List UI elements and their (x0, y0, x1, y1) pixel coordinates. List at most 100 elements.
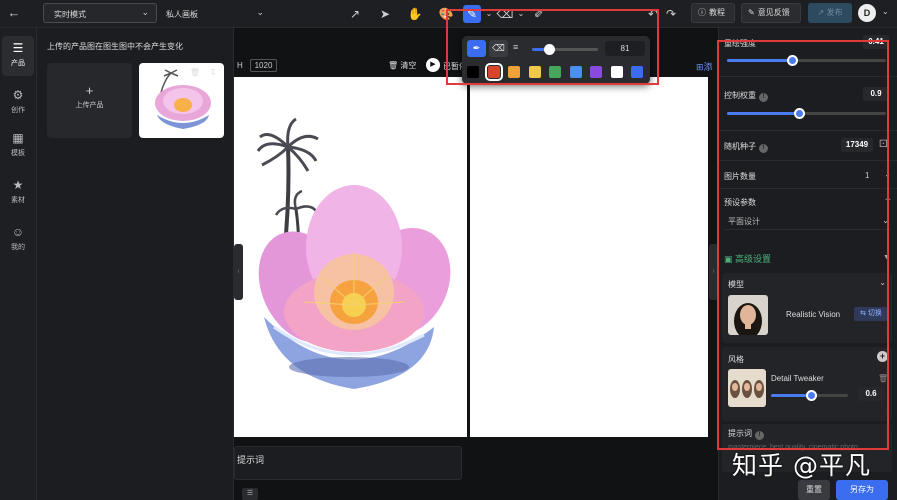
plus-icon[interactable]: + (885, 195, 891, 206)
publish-button[interactable]: ↗ 发布 (808, 3, 852, 23)
export-icon[interactable]: ↗ (346, 5, 364, 23)
slider-fill (727, 112, 799, 115)
mode-select-label: 实时模式 (54, 10, 86, 19)
collapse-left-handle[interactable]: ‹ (234, 244, 243, 300)
advanced-settings-toggle[interactable]: ▣ 高级设置 (724, 252, 771, 265)
control-weight-slider[interactable] (727, 108, 886, 119)
save-as-button[interactable]: 另存为 (836, 480, 888, 500)
info-icon[interactable]: ! (759, 144, 768, 153)
style-label: 风格 (728, 355, 744, 364)
brush-icon[interactable]: ✒ (467, 40, 486, 57)
nav-item-mine[interactable]: ☺ 我的 (2, 220, 34, 260)
chevron-down-icon[interactable]: ⌄ (884, 170, 891, 179)
undo-icon[interactable]: ↶ (644, 5, 662, 23)
info-icon[interactable]: ! (755, 431, 764, 440)
question-icon: ⓘ (698, 8, 706, 17)
color-swatch[interactable] (508, 66, 520, 78)
slider-fill (771, 394, 812, 397)
portrait-image (728, 295, 768, 335)
slider-knob[interactable] (787, 55, 799, 66)
nav-item-assets[interactable]: ★ 素材 (2, 173, 34, 213)
caret-down-icon[interactable]: ▼ (883, 254, 890, 261)
switch-label: 切换 (867, 310, 882, 317)
control-weight-row: 控制权重! (724, 90, 768, 102)
delete-icon[interactable]: 🗑 (189, 67, 201, 79)
share-icon: ↗ (817, 8, 825, 17)
prompt-input[interactable]: 提示词 (234, 446, 462, 480)
chevron-down-icon[interactable]: ⌄ (882, 7, 889, 16)
nav-item-label: 创作 (11, 107, 25, 114)
divider (719, 76, 897, 77)
reset-button[interactable]: 重置 (798, 480, 830, 500)
color-swatch[interactable] (467, 66, 479, 78)
model-section: 模型 ⌄ Realistic Vision ⇆ 切换 (722, 273, 892, 343)
seed-label: 随机种子 (724, 142, 756, 151)
plus-square-icon: ⊞ (696, 62, 704, 72)
add-button[interactable]: ⊞添 (696, 60, 713, 73)
style-weight-value[interactable]: 0.6 (858, 387, 884, 401)
canvas-select[interactable]: 私人画板 ⌄ (166, 3, 266, 23)
delete-icon[interactable]: 🗑 (878, 374, 888, 383)
control-weight-value[interactable]: 0.9 (863, 87, 889, 101)
redo-icon[interactable]: ↷ (662, 5, 680, 23)
tutorial-button[interactable]: ⓘ 教程 (691, 3, 735, 23)
chevron-down-icon[interactable]: ⌄ (512, 5, 530, 23)
settings-prompt-label: 提示词 (728, 429, 752, 438)
color-swatch[interactable] (549, 66, 561, 78)
back-arrow-icon[interactable]: ← (6, 5, 22, 21)
height-input[interactable]: 1020 (250, 59, 277, 72)
color-swatch[interactable] (631, 66, 643, 78)
avatar[interactable]: D (858, 4, 876, 22)
pointer-icon[interactable]: ➤ (376, 5, 394, 23)
brush-tool-icon[interactable]: ✎ (463, 5, 481, 23)
redraw-strength-value[interactable]: 0.41 (863, 35, 889, 49)
eraser-icon[interactable]: ⌫ (489, 40, 508, 57)
feedback-button[interactable]: ✎ 意见反馈 (741, 3, 801, 23)
seed-value[interactable]: 17349 (841, 138, 873, 152)
nav-item-product[interactable]: ☰ 产品 (2, 36, 34, 76)
model-thumbnail (728, 295, 768, 335)
color-swatch[interactable] (569, 66, 582, 78)
preset-label: 预设参数 (724, 198, 756, 207)
palette-icon[interactable]: 🎨 (437, 5, 455, 23)
nav-item-template[interactable]: ▦ 模板 (2, 126, 34, 166)
color-swatch[interactable] (610, 66, 623, 78)
clear-button[interactable]: 🗑 清空 (388, 60, 416, 71)
collapse-right-handle[interactable]: › (709, 244, 718, 300)
dice-icon[interactable]: ⚀ (879, 139, 888, 150)
slider-knob[interactable] (793, 108, 805, 119)
color-swatch[interactable] (590, 66, 602, 78)
preset-select[interactable]: 平面设计 ⌄ (724, 212, 891, 230)
chevron-down-icon[interactable]: ⌄ (879, 278, 886, 287)
pen-tool-icon[interactable]: ✐ (530, 5, 548, 23)
download-icon[interactable]: ↧ (207, 67, 219, 79)
style-name: Detail Tweaker (771, 374, 824, 383)
switch-model-button[interactable]: ⇆ 切换 (854, 307, 888, 321)
nav-item-create[interactable]: ⚙ 创作 (2, 83, 34, 123)
add-style-icon[interactable]: + (877, 351, 888, 362)
tutorial-label: 教程 (709, 8, 725, 17)
color-swatch[interactable] (484, 63, 503, 81)
drawing-canvas[interactable] (234, 77, 467, 437)
image-count-value[interactable]: 1 (865, 171, 869, 180)
slider-knob[interactable] (806, 390, 818, 401)
brush-size-knob[interactable] (544, 44, 556, 55)
hand-icon[interactable]: ✋ (406, 5, 424, 23)
brush-size-slider[interactable] (532, 44, 598, 55)
brush-size-value[interactable]: 81 (605, 41, 645, 56)
play-icon[interactable]: ▶ (426, 58, 440, 72)
color-swatch[interactable] (528, 66, 541, 78)
style-weight-slider[interactable] (771, 390, 848, 401)
info-icon[interactable]: ! (759, 93, 768, 102)
control-weight-label: 控制权重 (724, 91, 756, 100)
image-count-label: 图片数量 (724, 172, 756, 181)
seed-row: 随机种子! (724, 141, 768, 153)
product-thumbnail[interactable]: 🗑 ↧ (139, 63, 224, 138)
nav-item-label: 产品 (11, 60, 25, 67)
chevron-down-icon: ⌄ (141, 7, 149, 17)
redraw-strength-slider[interactable] (727, 55, 886, 66)
upload-product-card[interactable]: + 上传产品 (47, 63, 132, 138)
layers-icon[interactable]: ☰ (242, 488, 258, 500)
mode-select[interactable]: 实时模式 ⌄ (43, 3, 157, 23)
template-icon: ▦ (12, 131, 24, 145)
